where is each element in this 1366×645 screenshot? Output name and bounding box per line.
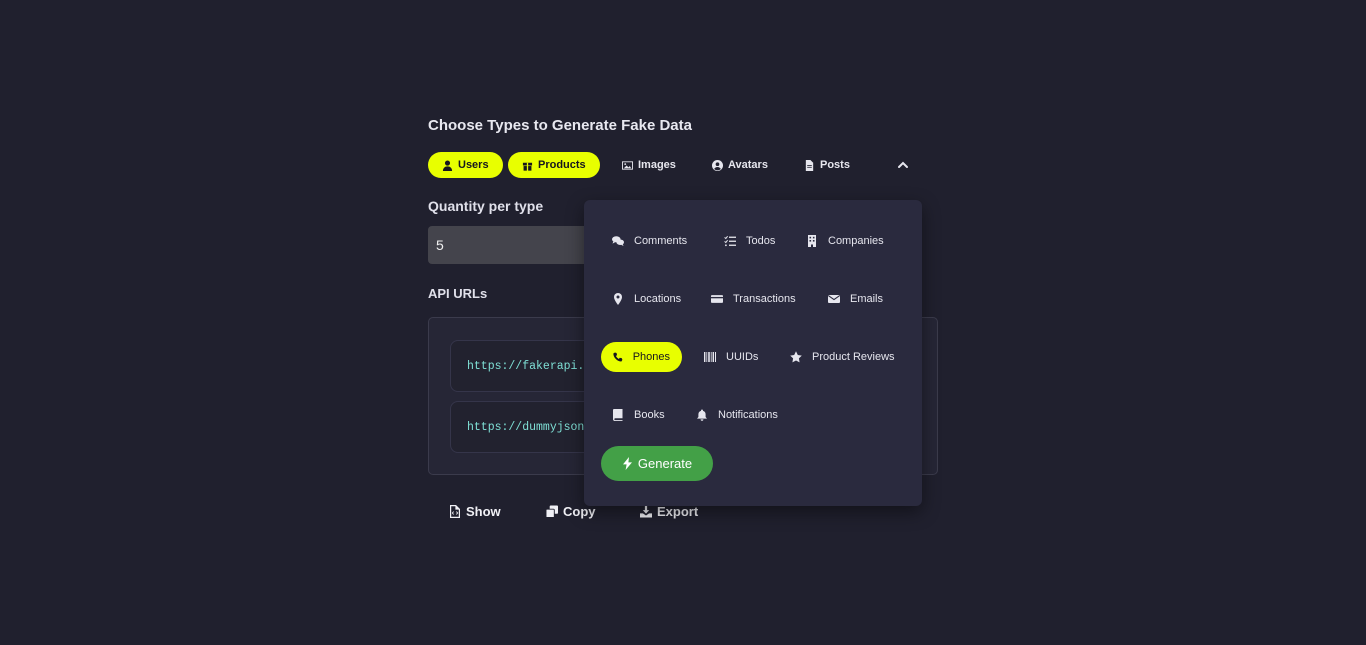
dropdown-item-label: Books <box>634 409 665 421</box>
export-button[interactable]: Export <box>640 504 698 519</box>
bolt-icon <box>622 457 632 470</box>
dropdown-item-label: Notifications <box>718 409 778 421</box>
chevron-up-icon <box>898 161 908 168</box>
type-chips: Users Products Images Avatars Posts <box>428 152 938 178</box>
dropdown-item-label: UUIDs <box>726 351 759 363</box>
envelope-icon <box>828 295 840 303</box>
chip-label: Images <box>638 159 676 171</box>
generate-label: Generate <box>637 456 693 471</box>
barcode-icon <box>704 352 716 362</box>
building-icon <box>808 235 816 247</box>
chip-images[interactable]: Images <box>608 152 690 178</box>
dropdown-item-comments[interactable]: Comments <box>600 226 699 256</box>
bell-icon <box>697 409 707 421</box>
show-button[interactable]: Show <box>449 504 501 519</box>
download-icon <box>640 505 652 518</box>
dropdown-item-label: Companies <box>828 235 884 247</box>
book-icon <box>613 409 623 421</box>
show-label: Show <box>466 504 501 519</box>
credit-card-icon <box>711 295 723 303</box>
star-icon <box>790 351 802 363</box>
dropdown-item-todos[interactable]: Todos <box>712 226 787 256</box>
api-urls-label: API URLs <box>428 286 488 301</box>
chip-posts[interactable]: Posts <box>790 152 864 178</box>
dropdown-item-label: Product Reviews <box>812 351 895 363</box>
dropdown-item-label: Phones <box>632 351 670 363</box>
dropdown-item-uuids[interactable]: UUIDs <box>692 342 770 372</box>
chip-products[interactable]: Products <box>508 152 600 178</box>
dropdown-item-locations[interactable]: Locations <box>600 284 693 314</box>
export-label: Export <box>657 504 699 519</box>
file-code-icon <box>450 505 460 518</box>
collapse-types-button[interactable] <box>896 158 910 172</box>
dropdown-item-product-reviews[interactable]: Product Reviews <box>778 342 907 372</box>
chip-label: Avatars <box>728 159 768 171</box>
chip-label: Users <box>458 159 489 171</box>
dropdown-item-notifications[interactable]: Notifications <box>684 400 790 430</box>
image-icon <box>622 160 633 170</box>
user-icon <box>442 159 453 171</box>
list-check-icon <box>724 235 736 247</box>
map-pin-icon <box>614 293 622 305</box>
dropdown-item-label: Comments <box>634 235 688 247</box>
comments-icon <box>612 236 624 246</box>
chip-users[interactable]: Users <box>428 152 503 178</box>
dropdown-item-phones[interactable]: Phones <box>601 342 682 372</box>
dropdown-item-books[interactable]: Books <box>600 400 677 430</box>
copy-label: Copy <box>563 504 596 519</box>
user-circle-icon <box>712 159 723 171</box>
page-title: Choose Types to Generate Fake Data <box>428 117 692 134</box>
dropdown-item-emails[interactable]: Emails <box>816 284 895 314</box>
copy-icon <box>546 505 558 518</box>
copy-button[interactable]: Copy <box>546 504 596 519</box>
phone-icon <box>613 352 623 362</box>
dropdown-item-transactions[interactable]: Transactions <box>699 284 808 314</box>
dropdown-item-label: Locations <box>634 293 682 305</box>
more-types-dropdown: Comments Todos Companies Locations Trans… <box>584 200 922 506</box>
chip-avatars[interactable]: Avatars <box>698 152 782 178</box>
dropdown-item-label: Todos <box>746 235 776 247</box>
dropdown-item-label: Emails <box>850 293 884 305</box>
generate-button[interactable]: Generate <box>601 446 713 481</box>
chip-label: Products <box>538 159 586 171</box>
quantity-label: Quantity per type <box>428 198 544 214</box>
dropdown-item-companies[interactable]: Companies <box>794 226 896 256</box>
file-icon <box>805 159 814 171</box>
dropdown-item-label: Transactions <box>733 293 796 305</box>
chip-label: Posts <box>820 159 850 171</box>
gift-icon <box>522 162 533 171</box>
